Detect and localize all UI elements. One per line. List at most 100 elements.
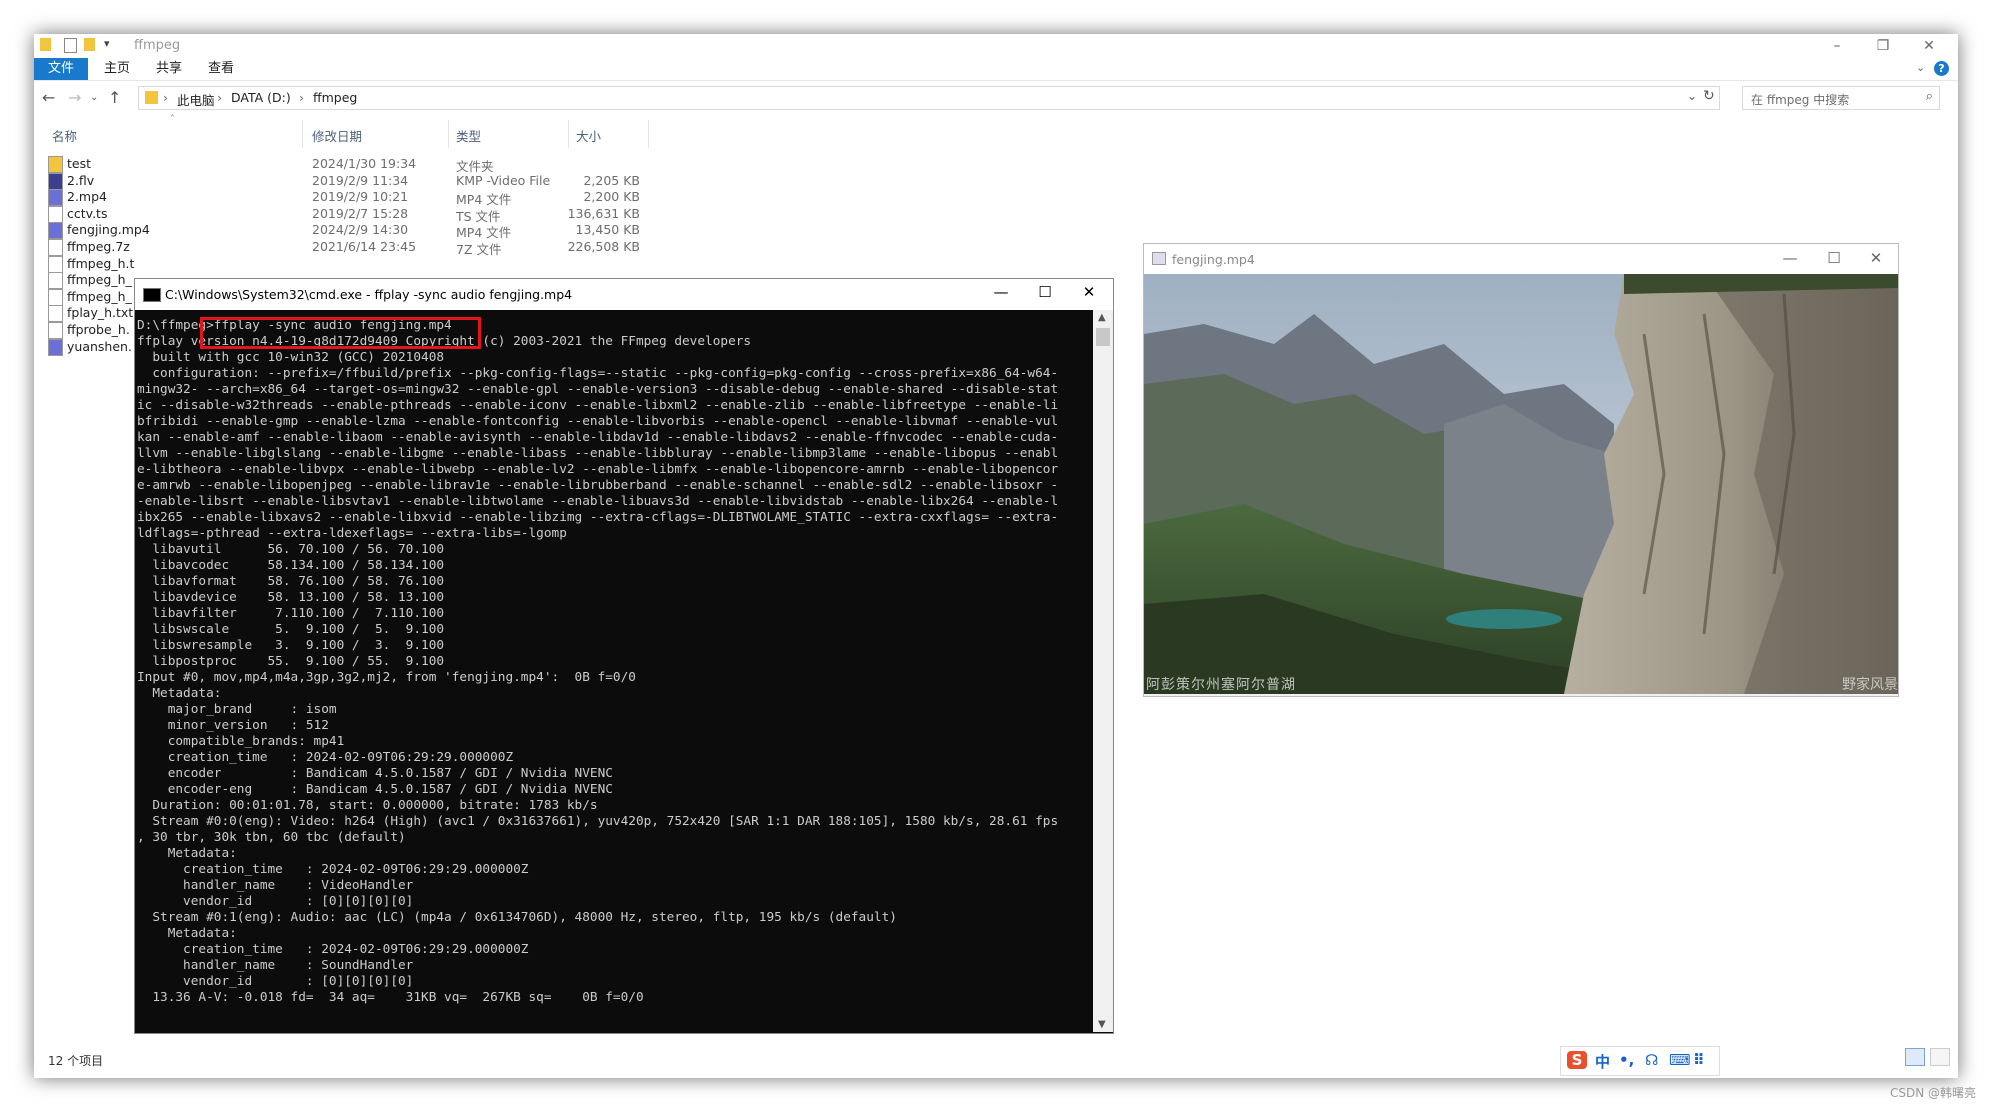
file-name: cctv.ts — [67, 205, 108, 221]
toolbox-icon[interactable]: ⠿ — [1693, 1051, 1705, 1069]
close-button[interactable]: ✕ — [1856, 249, 1896, 267]
folder-icon — [145, 91, 158, 104]
cmd-titlebar: C:\Windows\System32\cmd.exe - ffplay -sy… — [135, 279, 1113, 310]
file-date: 2024/2/9 14:30 — [312, 222, 409, 238]
file-date: 2019/2/9 11:34 — [312, 172, 409, 188]
folder-icon — [40, 38, 51, 51]
maximize-button[interactable]: ☐ — [1814, 249, 1854, 267]
command-highlight-box — [200, 317, 481, 349]
tab-home[interactable]: 主页 — [94, 58, 140, 80]
column-size[interactable]: 大小 — [576, 126, 601, 145]
recent-locations-icon[interactable]: ⌄ — [90, 92, 98, 103]
minimize-button[interactable]: — — [981, 283, 1021, 301]
scrollbar-thumb[interactable] — [1096, 328, 1110, 346]
cmd-window: C:\Windows\System32\cmd.exe - ffplay -sy… — [134, 278, 1114, 1034]
sort-indicator-icon: ˄ — [170, 114, 175, 125]
file-name: fplay_h.txt — [67, 305, 134, 321]
file-name: 2.mp4 — [67, 189, 107, 205]
breadcrumb-ffmpeg[interactable]: ffmpeg — [313, 90, 357, 105]
file-size: 226,508 KB — [567, 239, 640, 254]
keyboard-icon[interactable]: ⌨ — [1669, 1051, 1691, 1069]
column-type[interactable]: 类型 — [456, 126, 481, 145]
expand-ribbon-icon[interactable]: ⌄ — [1916, 61, 1925, 74]
video-frame[interactable]: 阿彭策尔州塞阿尔普湖 野家风景 — [1144, 274, 1898, 694]
back-arrow-icon[interactable]: ← — [42, 88, 55, 107]
scroll-up-icon[interactable]: ▲ — [1098, 312, 1106, 323]
properties-icon[interactable] — [64, 38, 77, 53]
column-divider[interactable] — [568, 120, 569, 148]
file-size: 136,631 KB — [567, 205, 640, 221]
large-icons-view-icon[interactable] — [1930, 1048, 1950, 1066]
explorer-titlebar: ▾ ffmpeg – ❐ ✕ — [34, 34, 1958, 58]
chinese-mode-icon[interactable]: 中 — [1595, 1051, 1610, 1072]
column-divider[interactable] — [448, 120, 449, 148]
file-size: 2,205 KB — [583, 172, 640, 188]
scroll-down-icon[interactable]: ▼ — [1098, 1019, 1106, 1030]
file-name: ffprobe_h. — [67, 322, 130, 337]
column-name[interactable]: 名称 — [52, 126, 77, 145]
file-name: ffmpeg_h.t — [67, 255, 135, 271]
sogou-logo-icon[interactable]: S — [1567, 1051, 1587, 1069]
cmd-icon — [143, 288, 161, 302]
file-date: 2021/6/14 23:45 — [312, 239, 417, 254]
customize-toolbar-icon[interactable]: ▾ — [104, 37, 110, 50]
breadcrumb-separator: › — [299, 90, 304, 105]
tab-view[interactable]: 查看 — [198, 58, 244, 80]
player-title: fengjing.mp4 — [1172, 252, 1255, 267]
file-name: ffmpeg_h_ — [67, 272, 132, 288]
ime-toolbar: S 中 •, ☊ ⌨ ⠿ — [1560, 1046, 1720, 1076]
mountain-lake-landscape — [1144, 274, 1898, 694]
tab-share[interactable]: 共享 — [146, 58, 192, 80]
breadcrumb-separator: › — [217, 90, 222, 105]
view-toggle — [1904, 1048, 1950, 1070]
details-view-icon[interactable] — [1904, 1048, 1925, 1066]
csdn-watermark: CSDN @韩曙亮 — [1889, 1086, 1976, 1100]
up-arrow-icon[interactable]: ↑ — [108, 88, 121, 107]
punctuation-icon[interactable]: •, — [1619, 1051, 1634, 1069]
terminal-output: D:\ffmpeg>ffplay -sync audio fengjing.mp… — [137, 318, 1059, 1005]
breadcrumb-separator: › — [163, 90, 168, 105]
file-name: yuanshen. — [67, 338, 132, 354]
address-row: ← → ⌄ ↑ › 此电脑 › DATA (D:) › ffmpeg ⌄ ↻ 在… — [34, 82, 1958, 112]
file-date: 2019/2/7 15:28 — [312, 205, 409, 221]
new-folder-icon[interactable] — [84, 38, 95, 51]
maximize-button[interactable]: ☐ — [1025, 283, 1065, 301]
file-name: fengjing.mp4 — [67, 222, 150, 238]
column-date[interactable]: 修改日期 — [312, 126, 362, 145]
address-dropdown-icon[interactable]: ⌄ — [1687, 89, 1697, 103]
file-name: ffmpeg.7z — [67, 239, 130, 254]
breadcrumb-drive[interactable]: DATA (D:) — [231, 90, 291, 105]
video-watermark: 野家风景 — [1842, 677, 1898, 693]
minimize-button[interactable]: — — [1770, 249, 1810, 267]
status-item-count: 12 个项目 — [48, 1054, 104, 1068]
cmd-title: C:\Windows\System32\cmd.exe - ffplay -sy… — [165, 287, 573, 302]
window-title: ffmpeg — [134, 38, 181, 53]
breadcrumb-this-pc[interactable]: 此电脑 — [177, 90, 215, 109]
terminal-output-area[interactable]: D:\ffmpeg>ffplay -sync audio fengjing.mp… — [135, 310, 1091, 1032]
voice-icon[interactable]: ☊ — [1645, 1051, 1658, 1069]
file-size: 2,200 KB — [583, 189, 640, 205]
forward-arrow-icon[interactable]: → — [68, 88, 81, 107]
close-button[interactable]: ✕ — [1906, 34, 1952, 58]
restore-button[interactable]: ❐ — [1860, 34, 1906, 58]
player-titlebar: fengjing.mp4 — ☐ ✕ — [1144, 244, 1898, 274]
column-divider[interactable] — [648, 120, 649, 148]
address-bar[interactable]: › 此电脑 › DATA (D:) › ffmpeg ⌄ ↻ — [138, 86, 1720, 110]
ffplay-video-window: fengjing.mp4 — ☐ ✕ 阿彭策尔州塞阿尔普湖 野家风景 — [1143, 243, 1899, 697]
close-button[interactable]: ✕ — [1069, 283, 1109, 301]
app-icon — [1152, 252, 1166, 265]
file-name: 2.flv — [67, 172, 95, 188]
search-icon[interactable]: ⌕ — [1926, 89, 1933, 104]
file-name: ffmpeg_h_ — [67, 288, 132, 304]
file-size: 13,450 KB — [575, 222, 640, 238]
column-divider[interactable] — [302, 120, 303, 148]
ribbon-tabs: 文件 主页 共享 查看 ⌄ ? — [34, 58, 1958, 81]
search-box[interactable]: 在 ffmpeg 中搜索 ⌕ — [1742, 86, 1940, 110]
help-icon[interactable]: ? — [1934, 61, 1949, 76]
terminal-scrollbar[interactable]: ▲ ▼ — [1093, 310, 1113, 1032]
file-name: test — [67, 156, 92, 171]
tab-file[interactable]: 文件 — [34, 58, 88, 80]
minimize-button[interactable]: – — [1814, 34, 1860, 58]
video-caption: 阿彭策尔州塞阿尔普湖 — [1146, 677, 1296, 693]
refresh-icon[interactable]: ↻ — [1703, 88, 1715, 104]
